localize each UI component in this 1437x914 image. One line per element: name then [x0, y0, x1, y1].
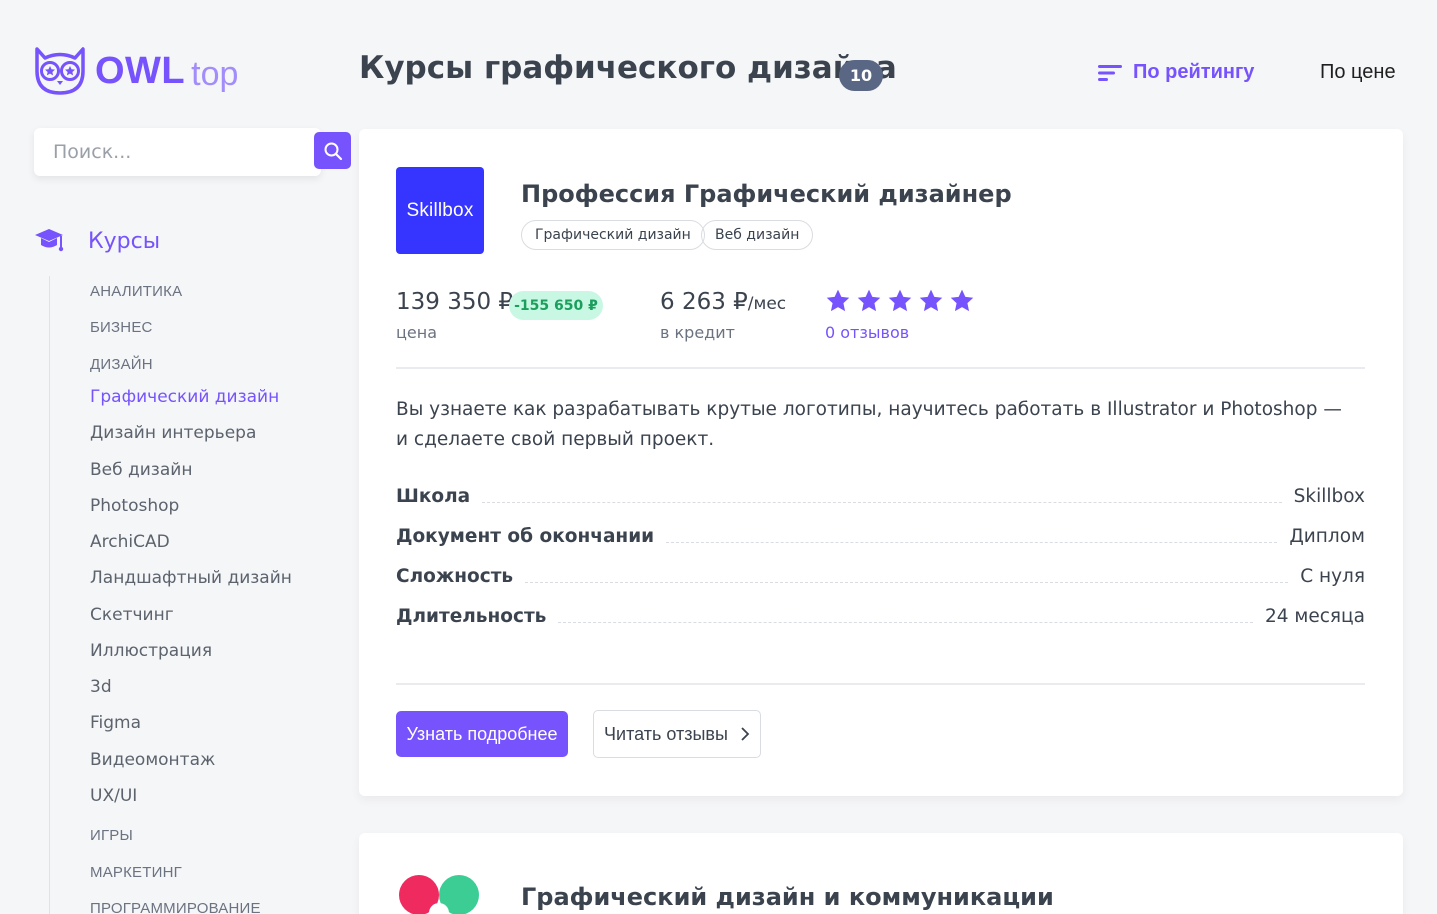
- search-icon: [324, 142, 342, 160]
- sort-by-price-button[interactable]: По цене: [1320, 61, 1396, 84]
- course-tag[interactable]: Веб дизайн: [701, 220, 814, 250]
- info-label: Школа: [396, 486, 471, 507]
- course-card: Графический дизайн и коммуникации: [359, 833, 1403, 914]
- credit-amount: 6 263 ₽: [660, 289, 748, 315]
- credit-unit: /мес: [747, 294, 787, 314]
- nav-item-landscape-design[interactable]: Ландшафтный дизайн: [90, 568, 292, 588]
- nav-category-programming[interactable]: ПРОГРАММИРОВАНИЕ: [90, 900, 261, 914]
- read-reviews-button[interactable]: Читать отзывы: [593, 710, 761, 758]
- course-title[interactable]: Профессия Графический дизайнер: [521, 180, 1012, 208]
- nav-item-figma[interactable]: Figma: [90, 713, 141, 733]
- logo-text-bold: OWL: [95, 49, 186, 92]
- reviews-count-link[interactable]: 0 отзывов: [825, 323, 909, 342]
- logo-text-light: top: [191, 54, 239, 93]
- search-button[interactable]: [314, 132, 351, 169]
- nav-courses-label: Курсы: [88, 228, 161, 254]
- nav-item-sketching[interactable]: Скетчинг: [90, 605, 174, 625]
- search-input[interactable]: [53, 140, 273, 164]
- sidebar: OWL top Курсы АНАЛИТИКА БИЗНЕС ДИЗАЙН Гр…: [0, 0, 351, 914]
- course-title[interactable]: Графический дизайн и коммуникации: [521, 883, 1054, 911]
- divider: [396, 683, 1365, 685]
- nav-item-ux-ui[interactable]: UX/UI: [90, 786, 137, 806]
- info-value: Skillbox: [1293, 486, 1365, 507]
- graduation-cap-icon: [35, 229, 64, 252]
- info-dots: [558, 622, 1253, 623]
- info-value: 24 месяца: [1265, 606, 1365, 627]
- chevron-right-icon: [741, 727, 750, 741]
- info-label: Длительность: [396, 606, 547, 627]
- nav-item-web-design[interactable]: Веб дизайн: [90, 460, 192, 480]
- course-card: Skillbox Профессия Графический дизайнер …: [359, 129, 1403, 796]
- owl-icon: [35, 47, 85, 95]
- course-description: Вы узнаете как разрабатывать крутые лого…: [396, 399, 1342, 450]
- school-logo: Skillbox: [396, 167, 484, 254]
- info-dots: [666, 542, 1278, 543]
- star-icon[interactable]: [918, 288, 944, 314]
- star-icon[interactable]: [856, 288, 882, 314]
- nav-item-photoshop[interactable]: Photoshop: [90, 496, 179, 516]
- course-count-badge: 10: [839, 60, 883, 91]
- info-dots: [525, 582, 1289, 583]
- nav-courses[interactable]: Курсы: [34, 226, 160, 256]
- info-row-document: Документ об окончании Диплом: [396, 521, 1365, 547]
- info-label: Документ об окончании: [396, 526, 655, 547]
- price-caption: цена: [396, 323, 437, 342]
- nav-category-design[interactable]: ДИЗАЙН: [90, 356, 153, 373]
- info-row-school: Школа Skillbox: [396, 481, 1365, 507]
- info-row-difficulty: Сложность С нуля: [396, 561, 1365, 587]
- course-price: 139 350 ₽: [396, 289, 514, 315]
- nav-category-analytics[interactable]: АНАЛИТИКА: [90, 283, 182, 300]
- nav-category-games[interactable]: ИГРЫ: [90, 827, 133, 844]
- info-value: С нуля: [1300, 566, 1365, 587]
- learn-more-button[interactable]: Узнать подробнее: [396, 711, 568, 757]
- star-icon[interactable]: [949, 288, 975, 314]
- star-icon[interactable]: [887, 288, 913, 314]
- school-logo-text: Skillbox: [406, 199, 474, 221]
- search-box: [34, 128, 351, 176]
- info-label: Сложность: [396, 566, 514, 587]
- rating-stars: [825, 288, 975, 314]
- nav-tree-line: [49, 276, 50, 914]
- sort-icon: [1098, 64, 1122, 81]
- discount-badge: -155 650 ₽: [509, 291, 603, 320]
- nav-item-interior-design[interactable]: Дизайн интерьера: [90, 423, 256, 443]
- credit-caption: в кредит: [660, 323, 735, 342]
- course-tag[interactable]: Графический дизайн: [521, 220, 705, 250]
- nav-category-business[interactable]: БИЗНЕС: [90, 319, 153, 336]
- star-icon[interactable]: [825, 288, 851, 314]
- info-dots: [482, 502, 1282, 503]
- logo[interactable]: OWL top: [33, 47, 238, 95]
- nav-item-video-editing[interactable]: Видеомонтаж: [90, 750, 215, 770]
- nav-item-graphic-design[interactable]: Графический дизайн: [90, 387, 279, 407]
- info-value: Диплом: [1289, 526, 1365, 547]
- read-reviews-label: Читать отзывы: [604, 723, 728, 744]
- sort-by-rating-label: По рейтингу: [1133, 61, 1255, 83]
- nav-item-3d[interactable]: 3d: [90, 677, 112, 697]
- page-title: Курсы графического дизайна: [359, 50, 897, 86]
- divider: [396, 367, 1365, 369]
- nav-category-marketing[interactable]: МАРКЕТИНГ: [90, 864, 182, 881]
- school-logo: [399, 875, 479, 914]
- credit-price: 6 263 ₽/мес: [660, 289, 786, 315]
- sort-by-rating-button[interactable]: По рейтингу: [1097, 61, 1254, 84]
- info-row-duration: Длительность 24 месяца: [396, 601, 1365, 627]
- nav-item-illustration[interactable]: Иллюстрация: [90, 641, 212, 661]
- nav-item-archicad[interactable]: ArchiCAD: [90, 532, 170, 552]
